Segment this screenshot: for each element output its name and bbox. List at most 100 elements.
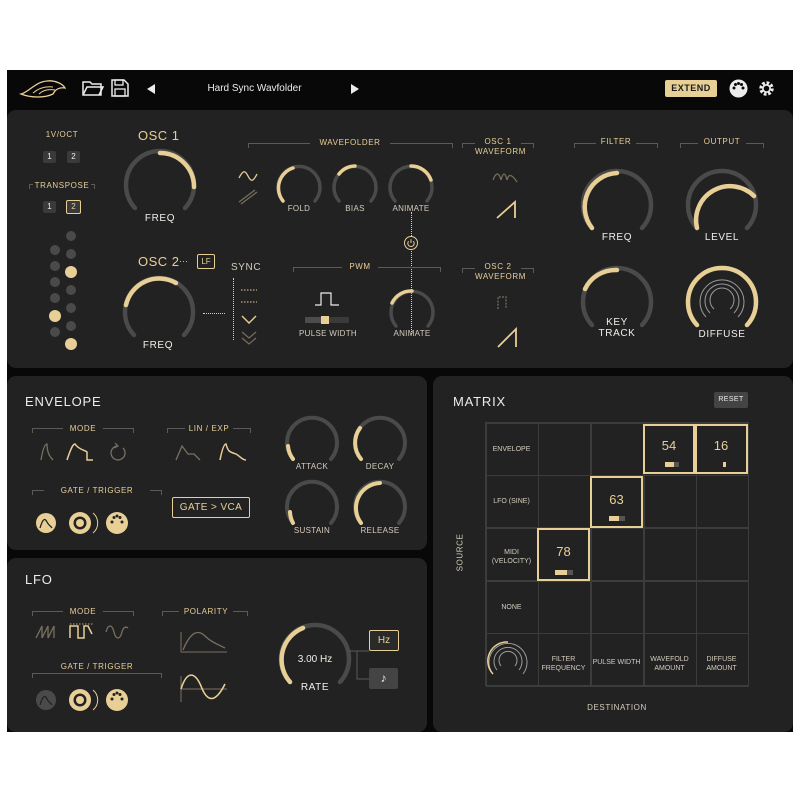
level-knob[interactable] [684, 168, 760, 240]
sustain-knob[interactable] [284, 479, 340, 532]
transpose-button-2[interactable]: 2 [66, 200, 81, 214]
decay-knob[interactable] [352, 415, 408, 468]
osc1-waveform-icons[interactable] [491, 170, 521, 222]
matrix-row-label: LFO (SINE) [493, 498, 530, 505]
matrix-col-label: PULSE WIDTH [592, 659, 641, 666]
gate-vca-button[interactable]: GATE > VCA [172, 497, 250, 518]
matrix-active-cell[interactable]: 54 [643, 424, 695, 474]
attack-knob[interactable] [284, 415, 340, 468]
osc2-freq-knob[interactable] [121, 275, 197, 347]
reset-button[interactable]: RESET [714, 392, 748, 408]
pulse-width-label: PULSE WIDTH [299, 329, 357, 338]
key-track-label: KEY TRACK [598, 317, 636, 339]
mod-dots[interactable] [45, 230, 85, 360]
osc2-lf-badge[interactable]: LF [197, 254, 215, 269]
filter-freq-knob[interactable] [579, 168, 655, 240]
envelope-mode-icons[interactable] [39, 442, 131, 462]
matrix-row-label: ENVELOPE [492, 446, 531, 453]
osc2-waveform-icons[interactable] [492, 295, 522, 351]
envelope-mode-label: MODE [63, 424, 103, 433]
lfo-title: LFO [25, 572, 53, 587]
decay-label: DECAY [365, 462, 395, 471]
matrix-col-label: DIFFUSE AMOUNT [706, 656, 737, 672]
preset-name[interactable]: Hard Sync Wavfolder [167, 83, 342, 94]
matrix-cell-bar [609, 516, 625, 521]
matrix-cell[interactable] [591, 528, 644, 581]
pulse-width-slider[interactable] [305, 316, 349, 324]
pwm-animate-knob[interactable] [388, 289, 436, 333]
next-arrow-icon[interactable] [351, 84, 359, 94]
matrix-cell-value: 16 [713, 438, 729, 453]
matrix-cell[interactable] [644, 581, 697, 634]
filter-label: FILTER [596, 137, 636, 146]
osc2-freq-label: FREQ [142, 340, 174, 351]
pwm-animate-label: ANIMATE [393, 329, 431, 338]
matrix-active-cell[interactable]: 78 [537, 528, 590, 581]
matrix-active-cell[interactable]: 16 [695, 424, 748, 474]
matrix-cell[interactable] [696, 581, 749, 634]
matrix-cell[interactable] [591, 423, 644, 476]
level-label: LEVEL [704, 232, 740, 243]
matrix-cell-value: 78 [556, 544, 571, 559]
lfo-mode-icons[interactable] [34, 622, 134, 640]
matrix-cell[interactable] [696, 475, 749, 528]
bias-label: BIAS [345, 204, 365, 213]
extend-button[interactable]: EXTEND [665, 80, 717, 97]
osc2-title: OSC 2 [138, 254, 180, 269]
sustain-label: SUSTAIN [293, 526, 331, 535]
diffuse-knob[interactable] [684, 265, 760, 337]
matrix-active-cell[interactable]: 63 [590, 476, 643, 528]
matrix-cell[interactable] [538, 581, 591, 634]
matrix-cell[interactable] [644, 528, 697, 581]
matrix-cell[interactable] [696, 528, 749, 581]
matrix-row-label: MIDI (VELOCITY) [491, 549, 532, 565]
matrix-cell-value: 54 [661, 438, 677, 453]
matrix-cell[interactable] [591, 581, 644, 634]
transpose-button-1[interactable]: 1 [43, 201, 56, 213]
bias-knob[interactable] [331, 164, 379, 208]
release-knob[interactable] [352, 479, 408, 532]
lfo-gate-trigger-label: GATE / TRIGGER [44, 662, 150, 671]
hz-button[interactable]: Hz [369, 630, 399, 651]
power-icon[interactable] [404, 236, 418, 250]
rate-value[interactable]: 3.00 Hz [290, 654, 340, 665]
gear-icon[interactable] [757, 79, 776, 98]
polarity-icons[interactable] [179, 626, 229, 706]
matrix-cell[interactable] [538, 423, 591, 476]
envelope-title: ENVELOPE [25, 394, 102, 409]
attack-label: ATTACK [295, 462, 329, 471]
matrix-cell[interactable] [538, 475, 591, 528]
envelope-gate-trigger-icons[interactable] [35, 510, 135, 536]
fold-knob[interactable] [275, 164, 323, 208]
lin-exp-icons[interactable] [174, 442, 250, 462]
vroct-button-2[interactable]: 2 [67, 151, 80, 163]
matrix-cell-value: 63 [609, 492, 624, 507]
lfo-gate-trigger-icons[interactable] [35, 687, 135, 713]
matrix-col-label: WAVEFOLD AMOUNT [650, 656, 689, 672]
sync-mode-icons[interactable] [239, 286, 259, 348]
wavefolder-animate-knob[interactable] [387, 164, 435, 208]
matrix-cell[interactable] [644, 475, 697, 528]
polarity-label: POLARITY [179, 607, 233, 616]
save-icon[interactable] [111, 79, 129, 97]
fold-label: FOLD [287, 204, 311, 213]
matrix-cell-bar [723, 462, 726, 467]
folder-icon[interactable] [82, 79, 105, 97]
note-icon[interactable]: ♪ [369, 668, 398, 689]
matrix-cell-bar [555, 570, 573, 575]
osc1-waveform-label: OSC 1 WAVEFORM [475, 137, 527, 157]
pwm-label: PWM [342, 262, 378, 271]
osc1-freq-knob[interactable] [122, 148, 198, 220]
output-label: OUTPUT [698, 137, 746, 146]
wavefolder-wave-icons[interactable] [237, 168, 259, 206]
midi-icon[interactable] [729, 79, 748, 98]
osc1-freq-label: FREQ [144, 213, 176, 224]
plugin-window: Hard Sync Wavfolder EXTEND 1V/OCT 1 2 TR… [7, 70, 793, 732]
vroct-button-1[interactable]: 1 [43, 151, 56, 163]
matrix-amount-knob[interactable] [485, 640, 531, 680]
lin-exp-label: LIN / EXP [185, 424, 233, 433]
matrix-title: MATRIX [453, 394, 506, 409]
filter-freq-label: FREQ [601, 232, 633, 243]
matrix-row-label: NONE [501, 604, 522, 611]
prev-arrow-icon[interactable] [147, 84, 155, 94]
